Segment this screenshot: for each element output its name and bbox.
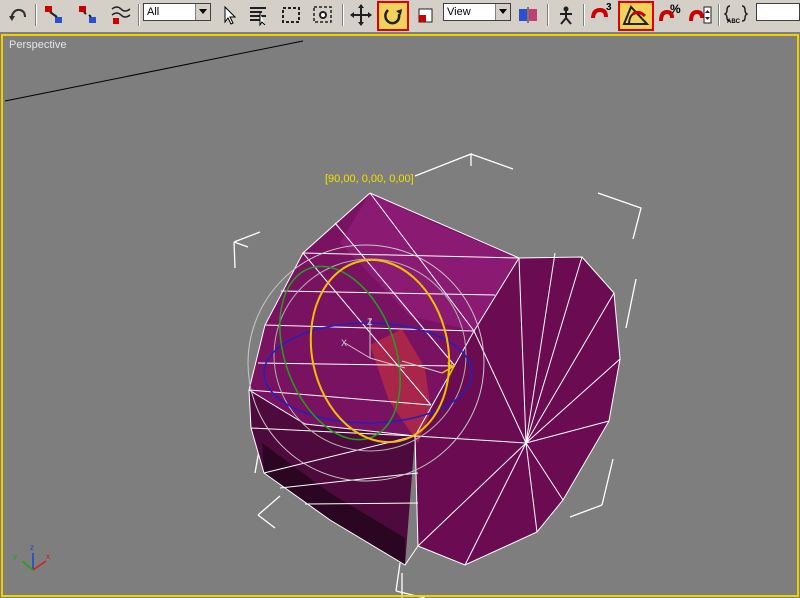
select-by-name-icon[interactable]: [246, 3, 270, 27]
viewport-label[interactable]: Perspective: [9, 39, 66, 51]
gizmo-x-label: X: [341, 338, 347, 348]
select-object-icon[interactable]: [217, 3, 241, 27]
unlink-selection-icon[interactable]: [76, 3, 100, 27]
angle-snap-toggle-icon[interactable]: [618, 1, 654, 31]
percent-snap-toggle-icon[interactable]: %: [658, 2, 682, 27]
rotation-readout: [90,00, 0,00, 0,00]: [325, 173, 414, 185]
chevron-down-icon: [195, 4, 210, 20]
reference-coordinate-dropdown[interactable]: View: [443, 3, 511, 21]
axis-z-label: z: [30, 543, 34, 552]
scene-canvas[interactable]: Z X Y z x y: [0, 33, 800, 598]
select-and-manipulate-icon[interactable]: [554, 3, 578, 27]
chevron-down-icon: [495, 4, 510, 20]
select-and-scale-icon[interactable]: [414, 3, 438, 27]
select-and-link-icon[interactable]: [42, 3, 66, 27]
selection-filter-dropdown[interactable]: All: [143, 3, 211, 21]
cylinder-object[interactable]: [249, 193, 620, 565]
axis-tripod: z x y: [13, 543, 50, 571]
snaps-toggle-icon[interactable]: 3: [589, 2, 613, 27]
edit-named-selection-sets-icon[interactable]: ABC: [724, 3, 748, 27]
undo-arc-icon[interactable]: [6, 3, 30, 27]
window-crossing-selection-icon[interactable]: [311, 3, 335, 27]
use-pivot-center-icon[interactable]: [516, 3, 540, 27]
axis-y-label: y: [13, 552, 17, 561]
bind-to-space-warp-icon[interactable]: [109, 3, 133, 27]
rectangular-selection-region-icon[interactable]: [279, 3, 303, 27]
named-selection-badge: ABC: [727, 19, 740, 25]
gizmo-y-label: Y: [447, 361, 453, 371]
percent-badge: %: [670, 2, 681, 16]
gizmo-z-label: Z: [367, 317, 373, 327]
snap-dimension-badge: 3: [606, 2, 612, 13]
selection-filter-value: All: [147, 6, 160, 18]
main-toolbar: All View 3 % ABC: [0, 0, 800, 33]
select-and-rotate-icon[interactable]: [377, 1, 409, 31]
reference-coordinate-value: View: [447, 6, 471, 18]
spinner-snap-toggle-icon[interactable]: [689, 3, 713, 27]
axis-x-label: x: [46, 552, 50, 561]
select-and-move-icon[interactable]: [349, 3, 373, 27]
named-selection-field[interactable]: [756, 3, 800, 21]
